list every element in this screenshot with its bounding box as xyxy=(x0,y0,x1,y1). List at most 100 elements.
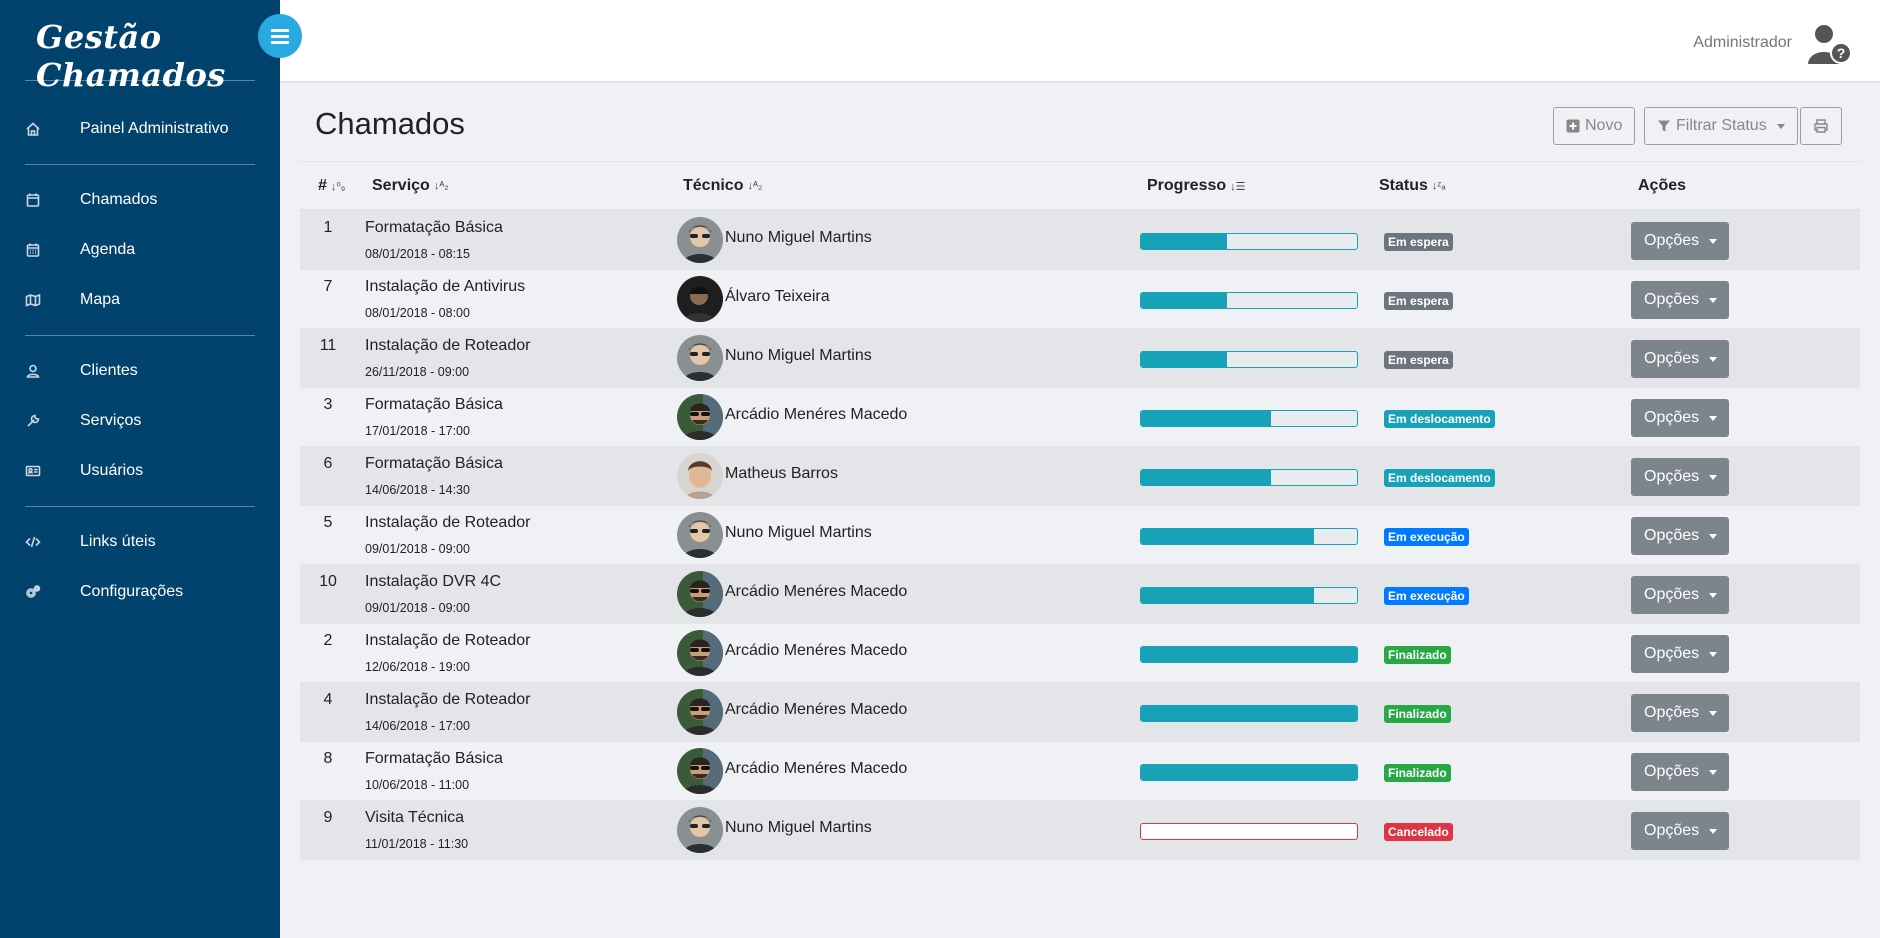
options-button[interactable]: Opções xyxy=(1631,576,1729,614)
sidebar-toggle-button[interactable] xyxy=(258,14,302,58)
print-icon xyxy=(1814,119,1828,133)
status-badge: Em espera xyxy=(1384,351,1453,369)
table-row[interactable]: 5 Instalação de Roteador 09/01/2018 - 09:0… xyxy=(300,506,1860,565)
table-row[interactable]: 1 Formatação Básica 08/01/2018 - 08:15 Nuno… xyxy=(300,211,1860,270)
sidebar-item-painel[interactable]: Painel Administrativo xyxy=(0,109,280,149)
ticket-id: 1 xyxy=(323,219,333,236)
options-button[interactable]: Opções xyxy=(1631,222,1729,260)
service-name: Instalação de Antivirus xyxy=(365,278,526,295)
sidebar-item-clientes[interactable]: Clientes xyxy=(0,351,280,391)
table-row[interactable]: 6 Formatação Básica 14/06/2018 - 14:30 Math… xyxy=(300,447,1860,506)
page-title: Chamados xyxy=(315,106,465,141)
options-button-label: Opções xyxy=(1644,409,1700,426)
status-badge: Em execução xyxy=(1384,587,1469,605)
service-name: Instalação de Roteador xyxy=(365,337,531,354)
column-header-status[interactable]: Status ↓ᶻₐ xyxy=(1379,177,1445,195)
options-button[interactable]: Opções xyxy=(1631,635,1729,673)
status-badge: Finalizado xyxy=(1384,764,1451,782)
progress-fill xyxy=(1141,529,1314,544)
status-badge: Em espera xyxy=(1384,292,1453,310)
service-name: Instalação de Roteador xyxy=(365,632,531,649)
chevron-down-icon xyxy=(1776,123,1785,129)
options-button[interactable]: Opções xyxy=(1631,458,1729,496)
wrench-icon xyxy=(24,412,42,430)
filter-icon xyxy=(1658,120,1670,132)
avatar xyxy=(677,394,723,440)
options-button[interactable]: Opções xyxy=(1631,281,1729,319)
progress-bar xyxy=(1140,764,1358,781)
service-name: Formatação Básica xyxy=(365,219,503,236)
options-button-label: Opções xyxy=(1644,822,1700,839)
technician-name: Nuno Miguel Martins xyxy=(725,229,872,246)
sidebar-divider xyxy=(25,80,255,81)
service-date: 08/01/2018 - 08:15 xyxy=(365,247,470,261)
table-row[interactable]: 9 Visita Técnica 11/01/2018 - 11:30 Nuno Mi… xyxy=(300,801,1860,860)
table-row[interactable]: 2 Instalação de Roteador 12/06/2018 - 19:0… xyxy=(300,624,1860,683)
map-icon xyxy=(24,291,42,309)
user-name[interactable]: Administrador xyxy=(1693,34,1792,52)
options-button[interactable]: Opções xyxy=(1631,812,1729,850)
code-icon xyxy=(24,533,42,551)
column-header-progress[interactable]: Progresso ↓☰ xyxy=(1147,177,1246,195)
new-button[interactable]: Novo xyxy=(1553,107,1636,145)
technician-name: Nuno Miguel Martins xyxy=(725,347,872,364)
menu-icon xyxy=(271,27,289,45)
options-button[interactable]: Opções xyxy=(1631,340,1729,378)
options-button-label: Opções xyxy=(1644,704,1700,721)
ticket-id: 4 xyxy=(323,691,333,708)
sidebar-item-label: Mapa xyxy=(80,291,121,308)
progress-fill xyxy=(1141,293,1228,308)
brand-logo[interactable]: Gestão Chamados xyxy=(36,18,280,94)
sidebar-divider xyxy=(25,506,255,507)
chevron-down-icon xyxy=(1709,828,1718,834)
technician-name: Matheus Barros xyxy=(725,465,838,482)
service-name: Formatação Básica xyxy=(365,396,503,413)
sidebar-item-mapa[interactable]: Mapa xyxy=(0,280,280,320)
chevron-down-icon xyxy=(1709,297,1718,303)
service-date: 17/01/2018 - 17:00 xyxy=(365,424,470,438)
table-row[interactable]: 10 Instalação DVR 4C 09/01/2018 - 09:00 Arc… xyxy=(300,565,1860,624)
top-bar: Administrador ? xyxy=(280,0,1880,82)
options-button-label: Opções xyxy=(1644,527,1700,544)
table-row[interactable]: 4 Instalação de Roteador 14/06/2018 - 17:0… xyxy=(300,683,1860,742)
column-header-id[interactable]: # ↓⁰₉ xyxy=(318,177,345,195)
options-button[interactable]: Opções xyxy=(1631,753,1729,791)
print-button[interactable] xyxy=(1800,107,1842,145)
sidebar-item-servicos[interactable]: Serviços xyxy=(0,401,280,441)
chevron-down-icon xyxy=(1709,533,1718,539)
sidebar-item-configuracoes[interactable]: Configurações xyxy=(0,572,280,612)
sort-amount-icon: ↓☰ xyxy=(1230,180,1246,193)
table-row[interactable]: 8 Formatação Básica 10/06/2018 - 11:00 Arcá… xyxy=(300,742,1860,801)
chevron-down-icon xyxy=(1709,356,1718,362)
avatar xyxy=(677,276,723,322)
avatar xyxy=(677,512,723,558)
service-name: Instalação de Roteador xyxy=(365,691,531,708)
ticket-id: 3 xyxy=(323,396,333,413)
avatar xyxy=(677,748,723,794)
sort-alpha-desc-icon: ↓ᶻₐ xyxy=(1431,180,1446,192)
progress-bar xyxy=(1140,587,1358,604)
sort-numeric-icon: ↓⁰₉ xyxy=(330,180,346,193)
sidebar-item-chamados[interactable]: Chamados xyxy=(0,180,280,220)
technician-name: Arcádio Menéres Macedo xyxy=(725,642,908,659)
options-button-label: Opções xyxy=(1644,350,1700,367)
avatar xyxy=(677,335,723,381)
sidebar-item-links[interactable]: Links úteis xyxy=(0,522,280,562)
service-date: 14/06/2018 - 17:00 xyxy=(365,719,470,733)
column-header-tech[interactable]: Técnico ↓ᴬ₂ xyxy=(683,177,762,195)
table-row[interactable]: 3 Formatação Básica 17/01/2018 - 17:00 Arcá… xyxy=(300,388,1860,447)
chevron-down-icon xyxy=(1709,474,1718,480)
options-button[interactable]: Opções xyxy=(1631,517,1729,555)
technician-name: Nuno Miguel Martins xyxy=(725,819,872,836)
sidebar-item-usuarios[interactable]: Usuários xyxy=(0,451,280,491)
table-row[interactable]: 11 Instalação de Roteador 26/11/2018 - 09:… xyxy=(300,329,1860,388)
column-header-service[interactable]: Serviço ↓ᴬ₂ xyxy=(372,177,449,195)
chevron-down-icon xyxy=(1709,592,1718,598)
user-help-icon[interactable]: ? xyxy=(1806,22,1854,66)
options-button[interactable]: Opções xyxy=(1631,399,1729,437)
filter-status-button[interactable]: Filtrar Status xyxy=(1644,107,1798,145)
progress-fill xyxy=(1141,588,1314,603)
table-row[interactable]: 7 Instalação de Antivirus 08/01/2018 - 08:… xyxy=(300,270,1860,329)
sidebar-item-agenda[interactable]: Agenda xyxy=(0,230,280,270)
options-button[interactable]: Opções xyxy=(1631,694,1729,732)
